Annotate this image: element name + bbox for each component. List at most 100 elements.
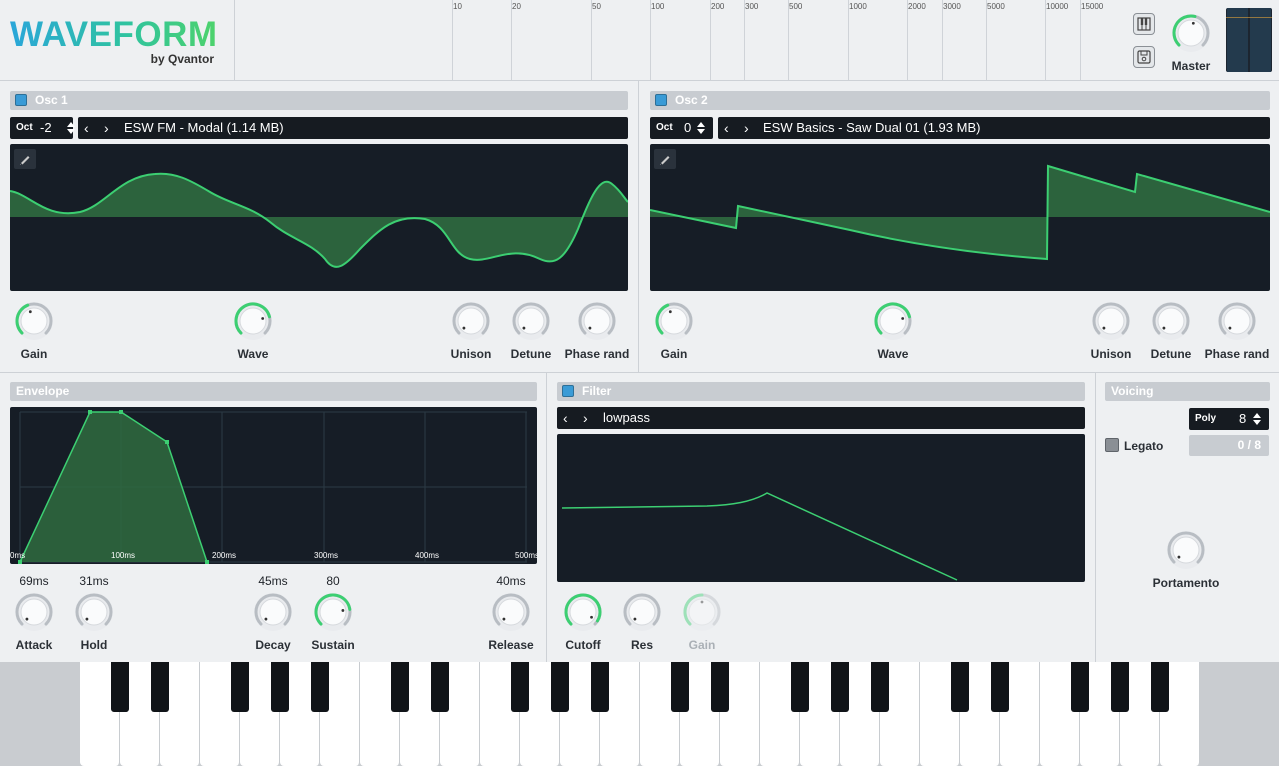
black-key[interactable]	[311, 662, 329, 712]
osc1-enable-checkbox[interactable]	[15, 93, 27, 106]
env-tick-300: 300ms	[314, 551, 339, 560]
updown-arrows-icon[interactable]	[696, 121, 706, 135]
osc1-oct-label: Oct	[16, 122, 33, 133]
sustain-value: 80	[326, 574, 340, 588]
env-tick-100: 100ms	[111, 551, 136, 560]
voicing-mode-label: Poly	[1195, 413, 1217, 424]
black-key[interactable]	[831, 662, 849, 712]
osc1-title: Osc 1	[35, 93, 68, 107]
sustain-label: Sustain	[311, 638, 355, 652]
osc2-preset-selector[interactable]: ‹ › ESW Basics - Saw Dual 01 (1.93 MB)	[718, 117, 1270, 139]
voicing-header: Voicing	[1105, 382, 1270, 401]
save-disk-icon	[1137, 50, 1151, 64]
osc2-octave-stepper[interactable]: Oct 0	[650, 117, 713, 139]
black-key[interactable]	[711, 662, 729, 712]
osc1-gain-knob[interactable]	[14, 301, 54, 341]
osc1-octave-stepper[interactable]: Oct -2	[10, 117, 76, 139]
black-key[interactable]	[1071, 662, 1089, 712]
filter-gain-knob	[682, 592, 722, 632]
freq-gridline	[650, 0, 651, 80]
osc1-unison-knob[interactable]	[451, 301, 491, 341]
master-level-meter	[1226, 8, 1272, 72]
legato-label: Legato	[1124, 439, 1164, 453]
freq-gridline	[848, 0, 849, 80]
filter-enable-checkbox[interactable]	[562, 384, 574, 397]
osc1-edit-wave-button[interactable]	[14, 149, 36, 169]
filter-title: Filter	[582, 384, 612, 398]
black-key[interactable]	[511, 662, 529, 712]
osc2-gain-knob[interactable]	[654, 301, 694, 341]
osc2-wave-label: Wave	[877, 347, 909, 361]
black-key[interactable]	[671, 662, 689, 712]
hold-knob[interactable]	[74, 592, 114, 632]
freq-gridline	[744, 0, 745, 80]
keyboard-toggle-button[interactable]	[1133, 13, 1155, 35]
freq-gridline	[591, 0, 592, 80]
black-key[interactable]	[1151, 662, 1169, 712]
sustain-knob[interactable]	[313, 592, 353, 632]
attack-knob[interactable]	[14, 592, 54, 632]
release-knob[interactable]	[491, 592, 531, 632]
cutoff-knob[interactable]	[563, 592, 603, 632]
envelope-display[interactable]: 0ms 100ms 200ms 300ms 400ms 500ms	[10, 407, 537, 564]
black-key[interactable]	[951, 662, 969, 712]
filter-gain-label: Gain	[688, 638, 716, 652]
freq-label: 20	[512, 2, 521, 11]
black-key[interactable]	[431, 662, 449, 712]
osc2-enable-checkbox[interactable]	[655, 93, 667, 106]
piano-keys-icon	[1137, 17, 1151, 31]
black-key[interactable]	[991, 662, 1009, 712]
filter-type-name: lowpass	[603, 410, 650, 425]
osc2-detune-knob[interactable]	[1151, 301, 1191, 341]
osc2-phase-knob[interactable]	[1217, 301, 1257, 341]
prev-filter-icon[interactable]: ‹	[563, 407, 568, 429]
black-key[interactable]	[111, 662, 129, 712]
next-preset-icon[interactable]: ›	[104, 117, 109, 139]
osc1-preset-selector[interactable]: ‹ › ESW FM - Modal (1.14 MB)	[78, 117, 628, 139]
release-label: Release	[488, 638, 534, 652]
hold-label: Hold	[80, 638, 108, 652]
updown-arrows-icon[interactable]	[1252, 412, 1262, 426]
black-key[interactable]	[151, 662, 169, 712]
osc1-wave-label: Wave	[237, 347, 269, 361]
osc2-wave-knob[interactable]	[873, 301, 913, 341]
env-tick-500: 500ms	[515, 551, 537, 560]
logo-byline: by Qvantor	[150, 52, 214, 66]
next-filter-icon[interactable]: ›	[583, 407, 588, 429]
legato-checkbox[interactable]	[1105, 438, 1119, 452]
osc1-wave-knob[interactable]	[233, 301, 273, 341]
master-knob[interactable]	[1171, 13, 1211, 53]
voicing-voices-value: 8	[1239, 411, 1247, 426]
updown-arrows-icon[interactable]	[66, 121, 76, 135]
black-key[interactable]	[271, 662, 289, 712]
res-knob[interactable]	[622, 592, 662, 632]
freq-label: 200	[711, 2, 725, 11]
osc2-title: Osc 2	[675, 93, 708, 107]
prev-preset-icon[interactable]: ‹	[84, 117, 89, 139]
freq-label: 10000	[1046, 2, 1069, 11]
osc1-detune-knob[interactable]	[511, 301, 551, 341]
osc1-phase-label: Phase rand	[564, 347, 630, 361]
portamento-knob[interactable]	[1166, 530, 1206, 570]
black-key[interactable]	[391, 662, 409, 712]
black-key[interactable]	[871, 662, 889, 712]
env-tick-0: 0ms	[10, 551, 26, 560]
osc1-phase-knob[interactable]	[577, 301, 617, 341]
black-key[interactable]	[231, 662, 249, 712]
osc1-waveform-display	[10, 144, 628, 291]
osc2-unison-knob[interactable]	[1091, 301, 1131, 341]
black-key[interactable]	[1111, 662, 1129, 712]
osc2-edit-wave-button[interactable]	[654, 149, 676, 169]
filter-type-selector[interactable]: ‹ › lowpass	[557, 407, 1085, 429]
decay-knob[interactable]	[253, 592, 293, 632]
freq-gridline	[907, 0, 908, 80]
black-key[interactable]	[791, 662, 809, 712]
release-value: 40ms	[496, 574, 526, 588]
black-key[interactable]	[551, 662, 569, 712]
next-preset-icon[interactable]: ›	[744, 117, 749, 139]
piano-keyboard[interactable]	[0, 662, 1279, 766]
voicing-mode-stepper[interactable]: Poly 8	[1189, 408, 1269, 430]
black-key[interactable]	[591, 662, 609, 712]
osc2-phase-label: Phase rand	[1204, 347, 1270, 361]
prev-preset-icon[interactable]: ‹	[724, 117, 729, 139]
